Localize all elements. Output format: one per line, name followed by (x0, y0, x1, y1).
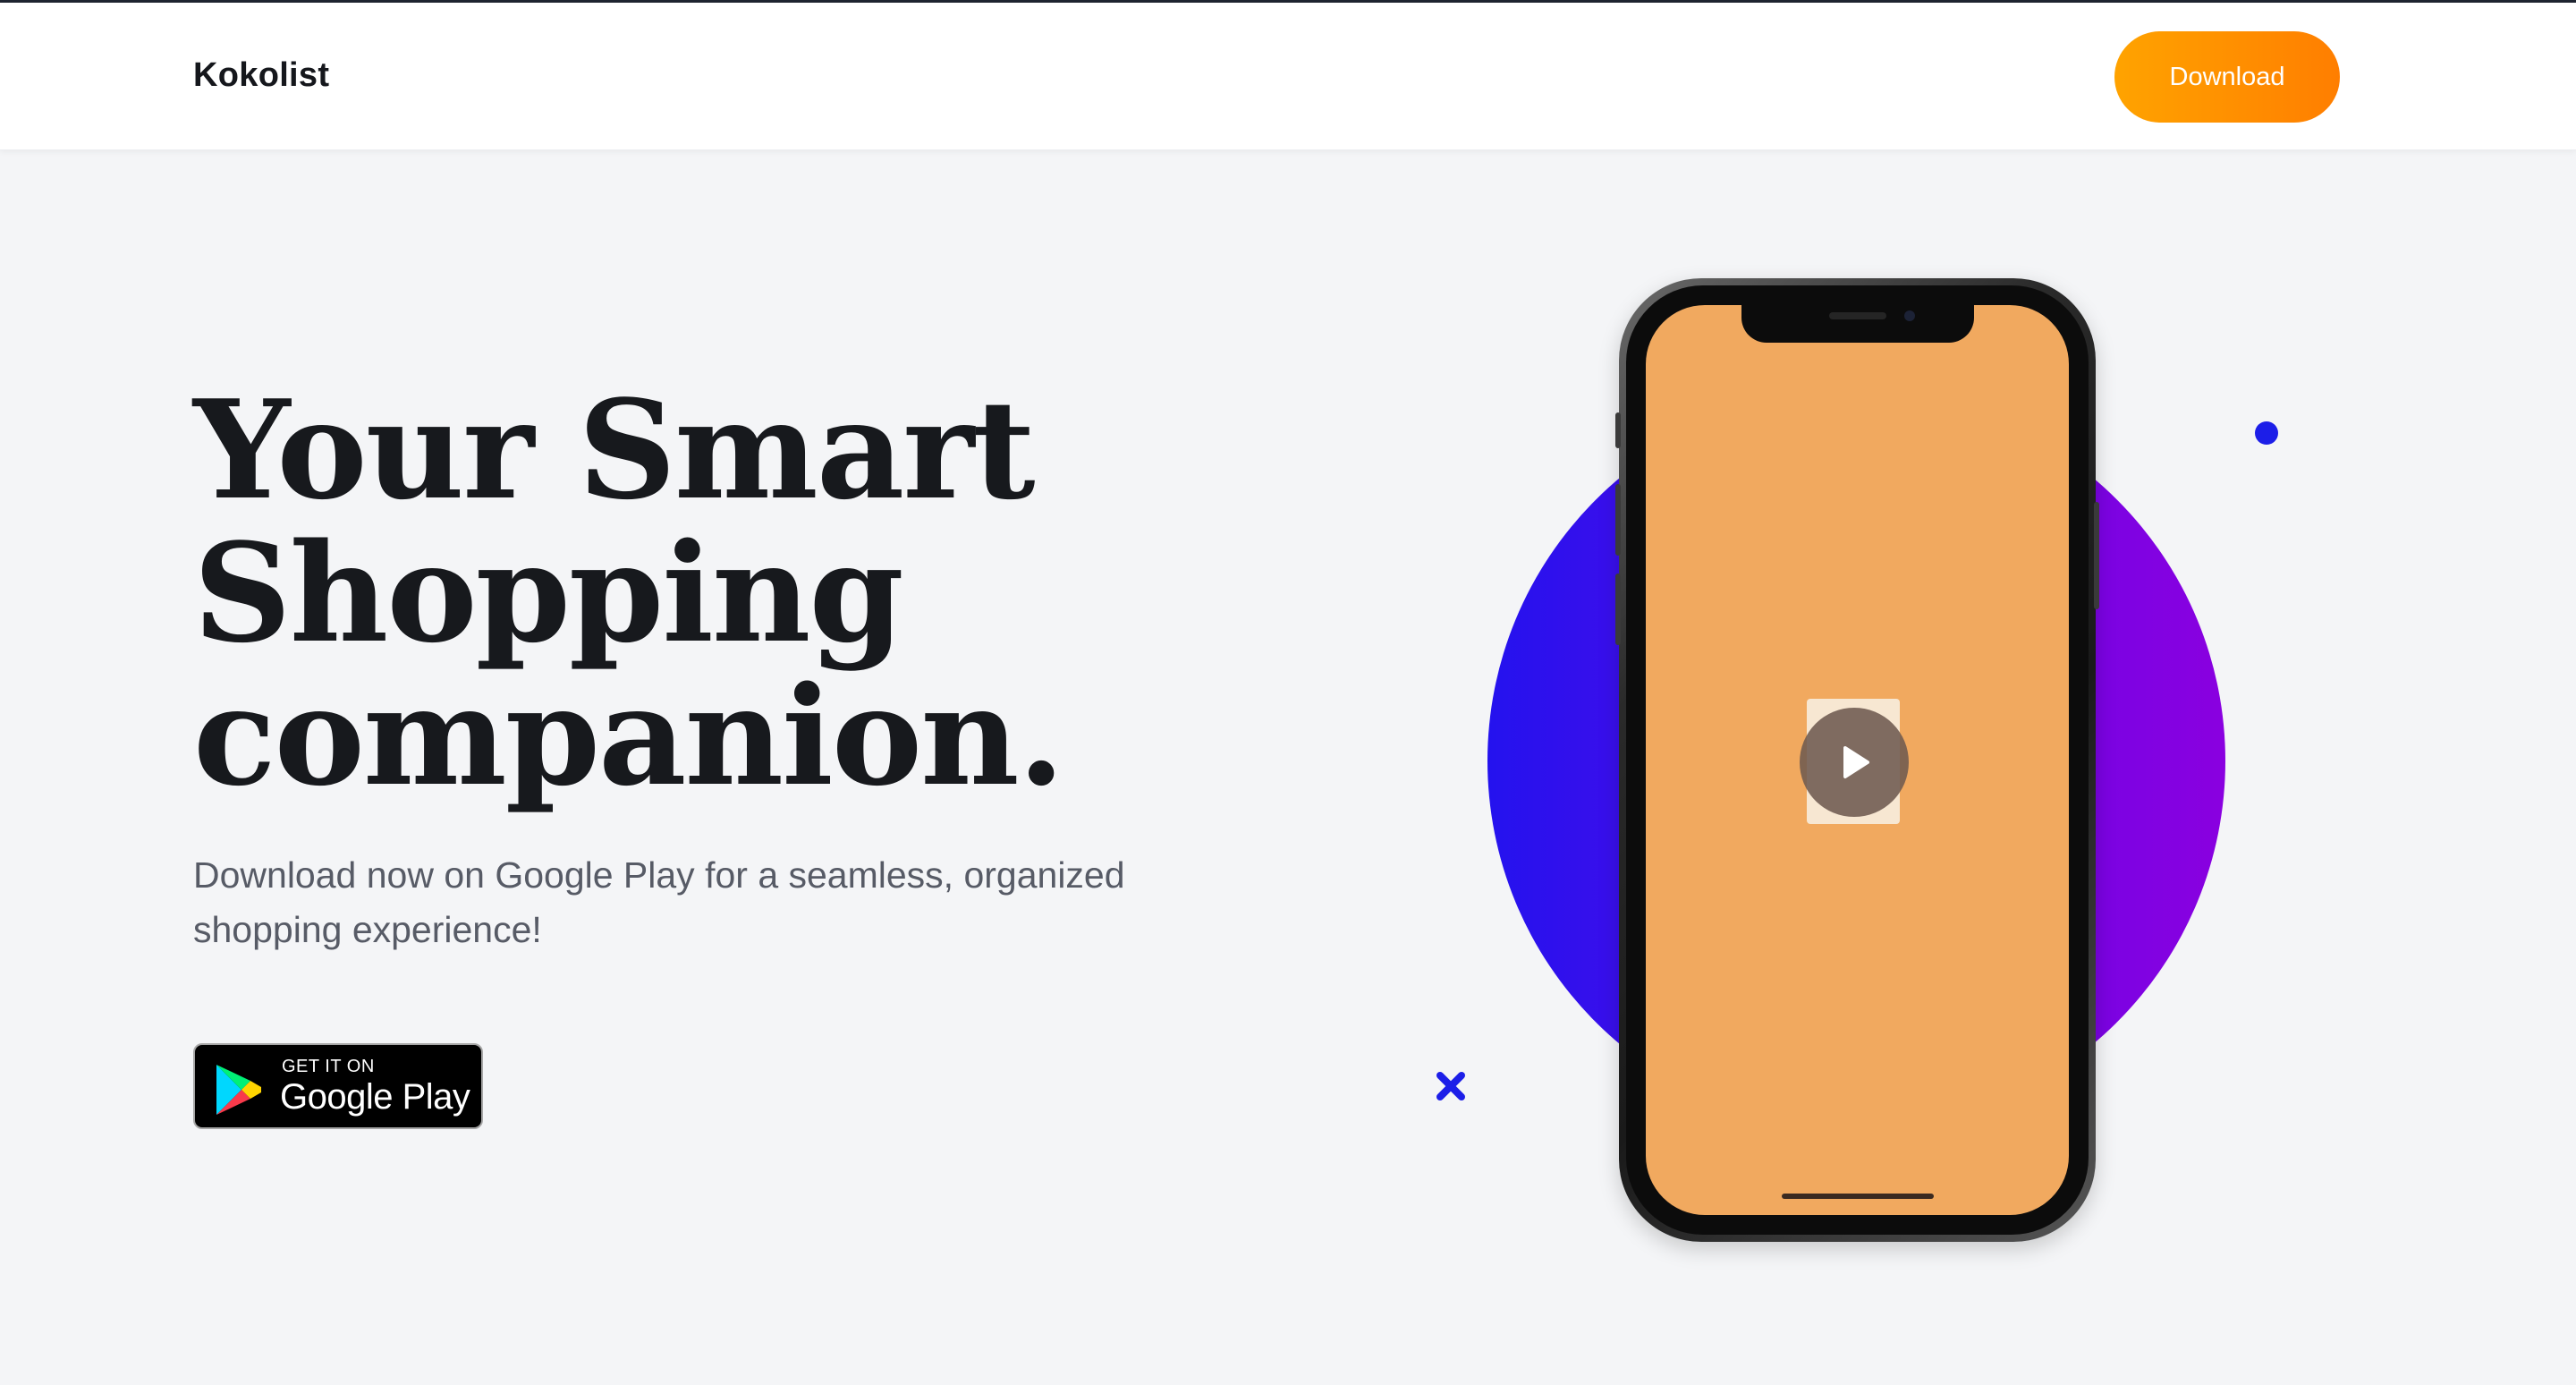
phone-notch (1741, 305, 1974, 343)
phone-side-button (1615, 484, 1621, 556)
phone-side-button (1615, 412, 1621, 448)
top-navbar: Kokolist Download (0, 3, 2576, 150)
phone-screen (1646, 305, 2069, 1215)
home-indicator (1781, 1194, 1934, 1199)
google-play-badge[interactable]: GET IT ON Google Play (193, 1043, 483, 1129)
speaker-grille (1828, 312, 1886, 319)
phone-bezel (1626, 285, 2089, 1235)
hero-title-line-2: Shopping (193, 513, 904, 673)
google-play-logo-icon (216, 1065, 261, 1115)
phone-side-button (2094, 502, 2099, 609)
hero-title: Your Smart Shopping companion. (193, 378, 1177, 808)
hero-title-line-3: companion. (193, 656, 1065, 816)
download-button[interactable]: Download (2114, 31, 2340, 123)
hero-title-line-1: Your Smart (193, 370, 1036, 530)
hero-subtitle-line-1: Download now on Google Play for a seamle… (193, 854, 1125, 896)
camera-icon (1903, 310, 1915, 321)
phone-side-button (1615, 574, 1621, 645)
hero-subtitle-line-2: shopping experience! (193, 909, 542, 950)
badge-small-text: GET IT ON (282, 1057, 375, 1076)
phone-mockup (1615, 278, 2099, 1242)
dot-icon (2255, 421, 2278, 445)
play-video-button[interactable] (1800, 708, 1909, 817)
hero-subtitle: Download now on Google Play for a seamle… (193, 848, 1195, 957)
x-mark-icon (1436, 1072, 1465, 1100)
badge-store-name: Google Play (280, 1077, 470, 1117)
play-icon (1843, 746, 1869, 778)
brand-logo-text[interactable]: Kokolist (193, 56, 329, 95)
landing-page: Kokolist Download Your Smart Shopping co… (0, 0, 2576, 1385)
